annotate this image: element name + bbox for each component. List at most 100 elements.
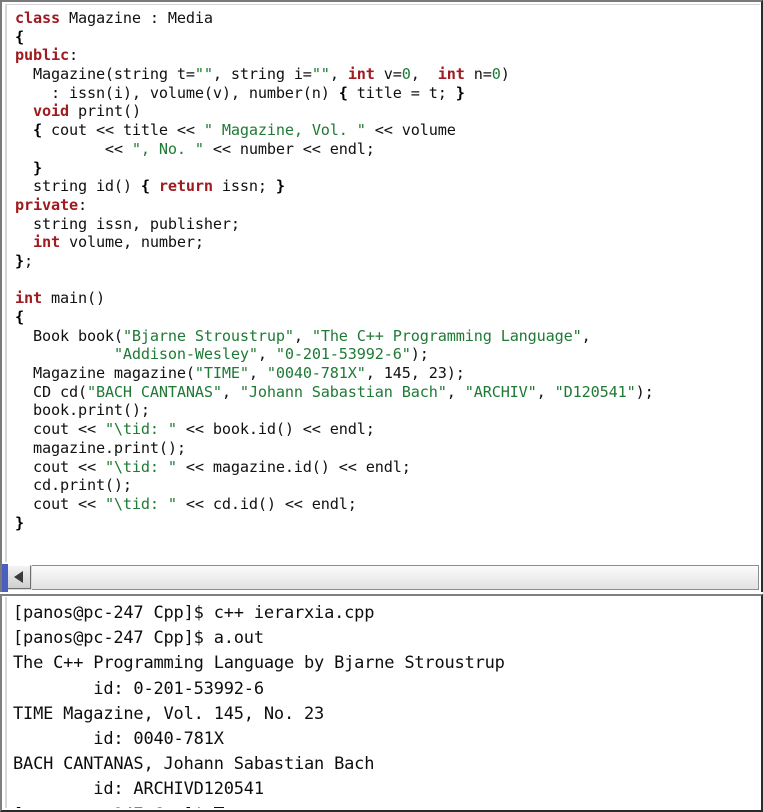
- code-line: Book book("Bjarne Stroustrup", "The C++ …: [15, 327, 760, 346]
- code-line: int volume, number;: [15, 233, 760, 252]
- code-token-pl: ,: [293, 326, 312, 345]
- terminal-line: id: 0-201-53992-6: [13, 678, 264, 699]
- code-token-pl: << number << endl;: [203, 139, 375, 158]
- terminal-line: id: ARCHIVD120541: [13, 779, 264, 800]
- code-token-pl: book.print();: [15, 401, 150, 420]
- code-line: };: [15, 252, 760, 271]
- code-token-br: }: [15, 251, 24, 270]
- code-token-pl: Magazine : Media: [59, 9, 213, 27]
- code-line: int main(): [15, 289, 760, 308]
- code-token-str: "D120541": [554, 382, 636, 401]
- code-token-br: {: [15, 308, 24, 326]
- code-token-pl: issn;: [212, 177, 276, 196]
- code-token-str: "": [194, 65, 213, 84]
- code-token-pl: Magazine(string t=: [15, 65, 195, 84]
- code-line: Magazine(string t="", string i="", int v…: [15, 65, 760, 84]
- terminal-output-text[interactable]: [panos@pc-247 Cpp]$ c++ ierarxia.cpp [pan…: [13, 601, 760, 808]
- code-token-kw: int: [15, 289, 42, 308]
- code-token-br: {: [338, 83, 348, 102]
- code-token-pl: << book.id() << endl;: [176, 420, 375, 439]
- scrollbar-track[interactable]: [32, 565, 759, 590]
- code-token-str: "\tid: ": [104, 420, 177, 439]
- code-token-str: "\tid: ": [104, 494, 177, 513]
- code-line: { cout << title << " Magazine, Vol. " <<…: [15, 121, 760, 140]
- code-token-num: 0: [401, 65, 411, 84]
- terminal-line: id: 0040-781X: [13, 728, 224, 749]
- code-token-pl: Magazine magazine(: [15, 364, 195, 383]
- code-editor-viewport[interactable]: class Magazine : Media{public: Magazine(…: [5, 4, 760, 562]
- code-token-pl: <<: [15, 139, 132, 158]
- code-token-pl: ,: [248, 364, 267, 383]
- code-token-br: {: [15, 27, 24, 46]
- code-token-br: }: [275, 177, 285, 196]
- code-line: "Addison-Wesley", "0-201-53992-6");: [15, 345, 760, 364]
- code-token-pl: ,: [536, 382, 555, 401]
- code-line: Magazine magazine("TIME", "0040-781X", 1…: [15, 364, 760, 383]
- code-token-br: {: [33, 121, 42, 140]
- code-token-br: {: [140, 177, 150, 196]
- code-token-str: ", No. ": [131, 139, 204, 158]
- code-token-br: }: [455, 83, 465, 102]
- code-editor-window: class Magazine : Media{public: Magazine(…: [0, 0, 763, 592]
- code-line: string id() { return issn; }: [15, 177, 760, 196]
- code-line: public:: [15, 46, 760, 65]
- code-token-pl: :: [68, 46, 78, 65]
- code-token-pl: cout <<: [15, 494, 105, 513]
- code-token-pl: ;: [24, 251, 33, 270]
- code-token-pl: string issn, publisher;: [15, 214, 240, 233]
- code-token-pl: string id(): [15, 177, 141, 196]
- terminal-viewport[interactable]: [panos@pc-247 Cpp]$ c++ ierarxia.cpp [pan…: [5, 597, 760, 808]
- terminal-line: The C++ Programming Language by Bjarne S…: [13, 653, 505, 674]
- source-code-text[interactable]: class Magazine : Media{public: Magazine(…: [15, 9, 760, 532]
- code-token-br: }: [33, 158, 42, 177]
- code-token-pl: , string i=: [212, 65, 312, 84]
- code-token-pl: cout <<: [15, 457, 105, 476]
- application-window: class Magazine : Media{public: Magazine(…: [0, 0, 763, 812]
- code-token-pl: ): [500, 65, 510, 84]
- code-token-kw: int: [33, 233, 60, 252]
- terminal-line: TIME Magazine, Vol. 145, No. 23: [13, 703, 325, 724]
- scroll-left-button[interactable]: [5, 565, 31, 589]
- terminal-prompt-line[interactable]: [panos@pc-247 Cpp]$: [13, 803, 760, 809]
- code-token-kw: void: [33, 102, 69, 121]
- code-token-str: "Johann Sabastian Bach": [239, 382, 447, 401]
- code-line: private:: [15, 196, 760, 215]
- terminal-line: BACH CANTANAS, Johann Sabastian Bach: [13, 754, 375, 775]
- terminal-cursor: [213, 806, 224, 808]
- code-line: << ", No. " << number << endl;: [15, 140, 760, 159]
- code-line: }: [15, 514, 760, 533]
- scrollbar-corner-accent: [2, 564, 8, 592]
- terminal-line: [panos@pc-247 Cpp]$ c++ ierarxia.cpp: [13, 603, 375, 623]
- code-line: string issn, publisher;: [15, 215, 760, 234]
- code-token-pl: : issn(i), volume(v), number(n): [15, 83, 339, 102]
- code-token-str: "Addison-Wesley": [113, 345, 258, 364]
- terminal-prompt-text: [panos@pc-247 Cpp]$: [13, 805, 214, 809]
- code-token-pl: volume, number;: [59, 233, 204, 252]
- code-token-pl: magazine.print();: [15, 438, 186, 457]
- code-token-str: "0-201-53992-6": [275, 345, 411, 364]
- code-token-pl: ,: [410, 65, 438, 84]
- code-line: cout << "\tid: " << cd.id() << endl;: [15, 495, 760, 514]
- code-line: class Magazine : Media: [15, 9, 760, 28]
- code-line: {: [15, 308, 760, 327]
- code-token-pl: );: [410, 345, 429, 364]
- code-token-str: "": [311, 65, 330, 84]
- code-token-pl: << volume: [365, 121, 456, 140]
- horizontal-scrollbar[interactable]: [5, 564, 759, 590]
- code-token-pl: << cd.id() << endl;: [176, 494, 357, 513]
- code-token-kw: return: [158, 177, 213, 196]
- code-token-br: }: [15, 513, 24, 532]
- code-line: : issn(i), volume(v), number(n) { title …: [15, 84, 760, 103]
- code-token-kw: int: [347, 65, 375, 84]
- code-token-pl: :: [77, 195, 87, 214]
- scrollbar-thumb[interactable]: [32, 566, 758, 589]
- code-token-kw: int: [437, 65, 465, 84]
- terminal-window: [panos@pc-247 Cpp]$ c++ ierarxia.cpp [pan…: [0, 594, 763, 812]
- code-token-pl: , 145, 23);: [365, 364, 465, 383]
- code-token-num: 0: [491, 65, 501, 84]
- arrow-left-icon: [13, 571, 23, 583]
